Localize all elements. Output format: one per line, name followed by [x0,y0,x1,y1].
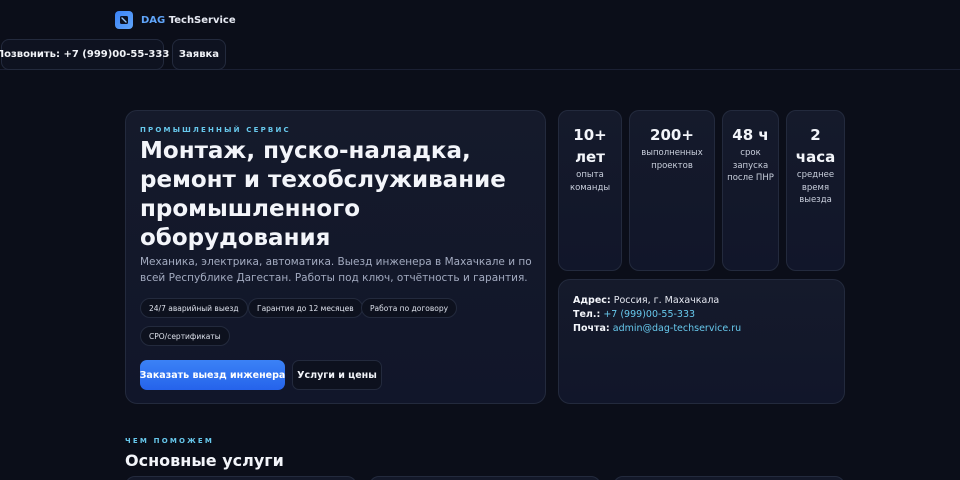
services-eyebrow: ЧЕМ ПОМОЖЕМ [125,437,215,445]
email-link[interactable]: admin@dag-techservice.ru [613,323,741,334]
stat-response-time: 2 часа среднее время выезда [786,110,845,271]
stat-value: 200+ [650,126,694,144]
tag-contract: Работа по договору [361,298,458,318]
contact-email: Почта: admin@dag-techservice.ru [573,322,844,336]
stat-value: 10+ лет [573,126,607,166]
brand-title: TechService [168,14,236,26]
brand[interactable]: DAG TechService [115,11,236,29]
hero-description: Механика, электрика, автоматика. Выезд и… [140,256,532,284]
address-value: Россия, г. Махачкала [613,295,720,306]
phone-label: Тел.: [573,309,601,320]
stat-label: опыта команды [569,170,611,193]
services-prices-button[interactable]: Услуги и цены [292,360,382,390]
tag-warranty: Гарантия до 12 месяцев [248,298,363,318]
request-button[interactable]: Заявка [172,39,226,70]
stat-label: срок запуска после ПНР [727,148,774,183]
brand-logo-icon [115,11,133,29]
stat-value: 48 ч [732,126,769,144]
contact-phone: Тел.: +7 (999)00-55-333 [573,308,844,322]
email-label: Почта: [573,323,610,334]
stat-label: среднее время выезда [796,170,835,205]
call-button[interactable]: Позвонить: +7 (999)00-55-333 [0,39,169,70]
services-title: Основные услуги [125,451,284,470]
stat-experience: 10+ лет опыта команды [558,110,622,271]
hero-title: Монтаж, пуско-наладка, ремонт и техобслу… [140,138,506,251]
order-engineer-button[interactable]: Заказать выезд инженера [140,360,285,390]
phone-link[interactable]: +7 (999)00-55-333 [603,309,695,320]
hero-card: ПРОМЫШЛЕННЫЙ СЕРВИС Монтаж, пуско-наладк… [125,110,546,404]
contact-address: Адрес: Россия, г. Махачкала [573,294,844,308]
stat-projects: 200+ выполненных проектов [629,110,715,271]
address-label: Адрес: [573,295,611,306]
stat-launch-time: 48 ч срок запуска после ПНР [722,110,779,271]
service-card[interactable] [613,476,845,480]
stat-label: выполненных проектов [641,148,703,171]
service-card[interactable] [125,476,357,480]
hero-eyebrow: ПРОМЫШЛЕННЫЙ СЕРВИС [140,126,291,134]
brand-prefix: DAG [141,14,166,26]
stat-value: 2 часа [795,126,836,166]
tag-certificates: СРО/сертификаты [140,326,230,346]
brand-name: DAG TechService [141,15,236,26]
contact-card: Адрес: Россия, г. Махачкала Тел.: +7 (99… [558,279,845,404]
tag-emergency: 24/7 аварийный выезд [140,298,248,318]
service-card[interactable] [369,476,601,480]
